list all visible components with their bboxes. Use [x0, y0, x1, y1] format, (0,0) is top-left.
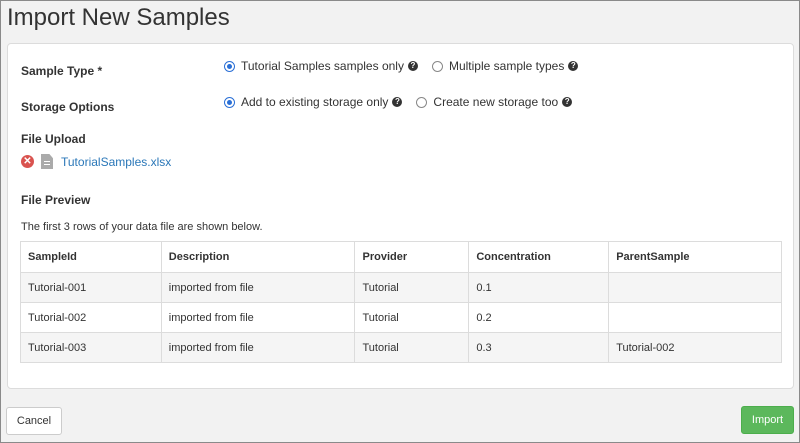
table-cell: Tutorial-003 — [20, 332, 162, 363]
file-name-link[interactable]: TutorialSamples.xlsx — [61, 155, 171, 169]
page-title: Import New Samples — [7, 4, 230, 31]
help-icon[interactable]: ? — [392, 97, 403, 107]
file-preview-label: File Preview — [21, 193, 91, 207]
storage-option-label: Create new storage too — [433, 95, 559, 109]
sample-type-options: Tutorial Samples samples only ? Multiple… — [224, 59, 579, 73]
table-cell: Tutorial — [354, 332, 470, 363]
column-header: Description — [160, 241, 356, 273]
table-cell: imported from file — [160, 302, 356, 333]
sample-type-label: Sample Type * — [21, 64, 103, 78]
file-icon — [41, 154, 53, 169]
table-cell: Tutorial-002 — [608, 332, 782, 363]
storage-option-label: Add to existing storage only — [241, 95, 389, 109]
sample-type-radio-multiple[interactable] — [431, 60, 443, 72]
import-form-panel: Sample Type * Tutorial Samples samples o… — [7, 43, 794, 389]
uploaded-file: ✕ TutorialSamples.xlsx — [21, 154, 171, 169]
table-cell: imported from file — [160, 332, 356, 363]
storage-options: Add to existing storage only ? Create ne… — [224, 95, 573, 109]
storage-radio-existing[interactable] — [224, 96, 235, 108]
table-cell — [608, 302, 782, 333]
table-header-row: SampleId Description Provider Concentrat… — [20, 241, 782, 273]
column-header: SampleId — [20, 241, 162, 273]
storage-radio-create[interactable] — [416, 96, 428, 108]
sample-type-option-label: Tutorial Samples samples only — [241, 59, 404, 73]
help-icon[interactable]: ? — [568, 61, 579, 71]
storage-options-label: Storage Options — [21, 100, 115, 114]
app-window: Import New Samples Sample Type * Tutoria… — [0, 0, 800, 443]
table-row: Tutorial-001 imported from file Tutorial… — [20, 272, 782, 303]
file-preview-table: SampleId Description Provider Concentrat… — [20, 241, 782, 363]
table-cell: Tutorial-001 — [20, 272, 162, 303]
column-header: Provider — [354, 241, 470, 273]
table-cell — [608, 272, 782, 303]
table-cell: Tutorial — [354, 302, 470, 333]
file-upload-label: File Upload — [21, 132, 86, 146]
import-button[interactable]: Import — [741, 406, 794, 434]
table-cell: imported from file — [160, 272, 356, 303]
help-icon[interactable]: ? — [562, 97, 573, 107]
table-cell: 0.1 — [468, 272, 610, 303]
remove-file-icon[interactable]: ✕ — [21, 155, 34, 168]
sample-type-radio-single[interactable] — [224, 60, 235, 72]
help-icon[interactable]: ? — [407, 61, 418, 71]
table-row: Tutorial-002 imported from file Tutorial… — [20, 302, 782, 333]
table-cell: 0.2 — [468, 302, 610, 333]
table-row: Tutorial-003 imported from file Tutorial… — [20, 332, 782, 363]
file-preview-note: The first 3 rows of your data file are s… — [21, 221, 263, 233]
table-cell: Tutorial — [354, 272, 470, 303]
cancel-button[interactable]: Cancel — [6, 407, 62, 435]
column-header: ParentSample — [608, 241, 782, 273]
table-cell: 0.3 — [468, 332, 610, 363]
table-cell: Tutorial-002 — [20, 302, 162, 333]
column-header: Concentration — [468, 241, 610, 273]
sample-type-option-label: Multiple sample types — [448, 59, 565, 73]
